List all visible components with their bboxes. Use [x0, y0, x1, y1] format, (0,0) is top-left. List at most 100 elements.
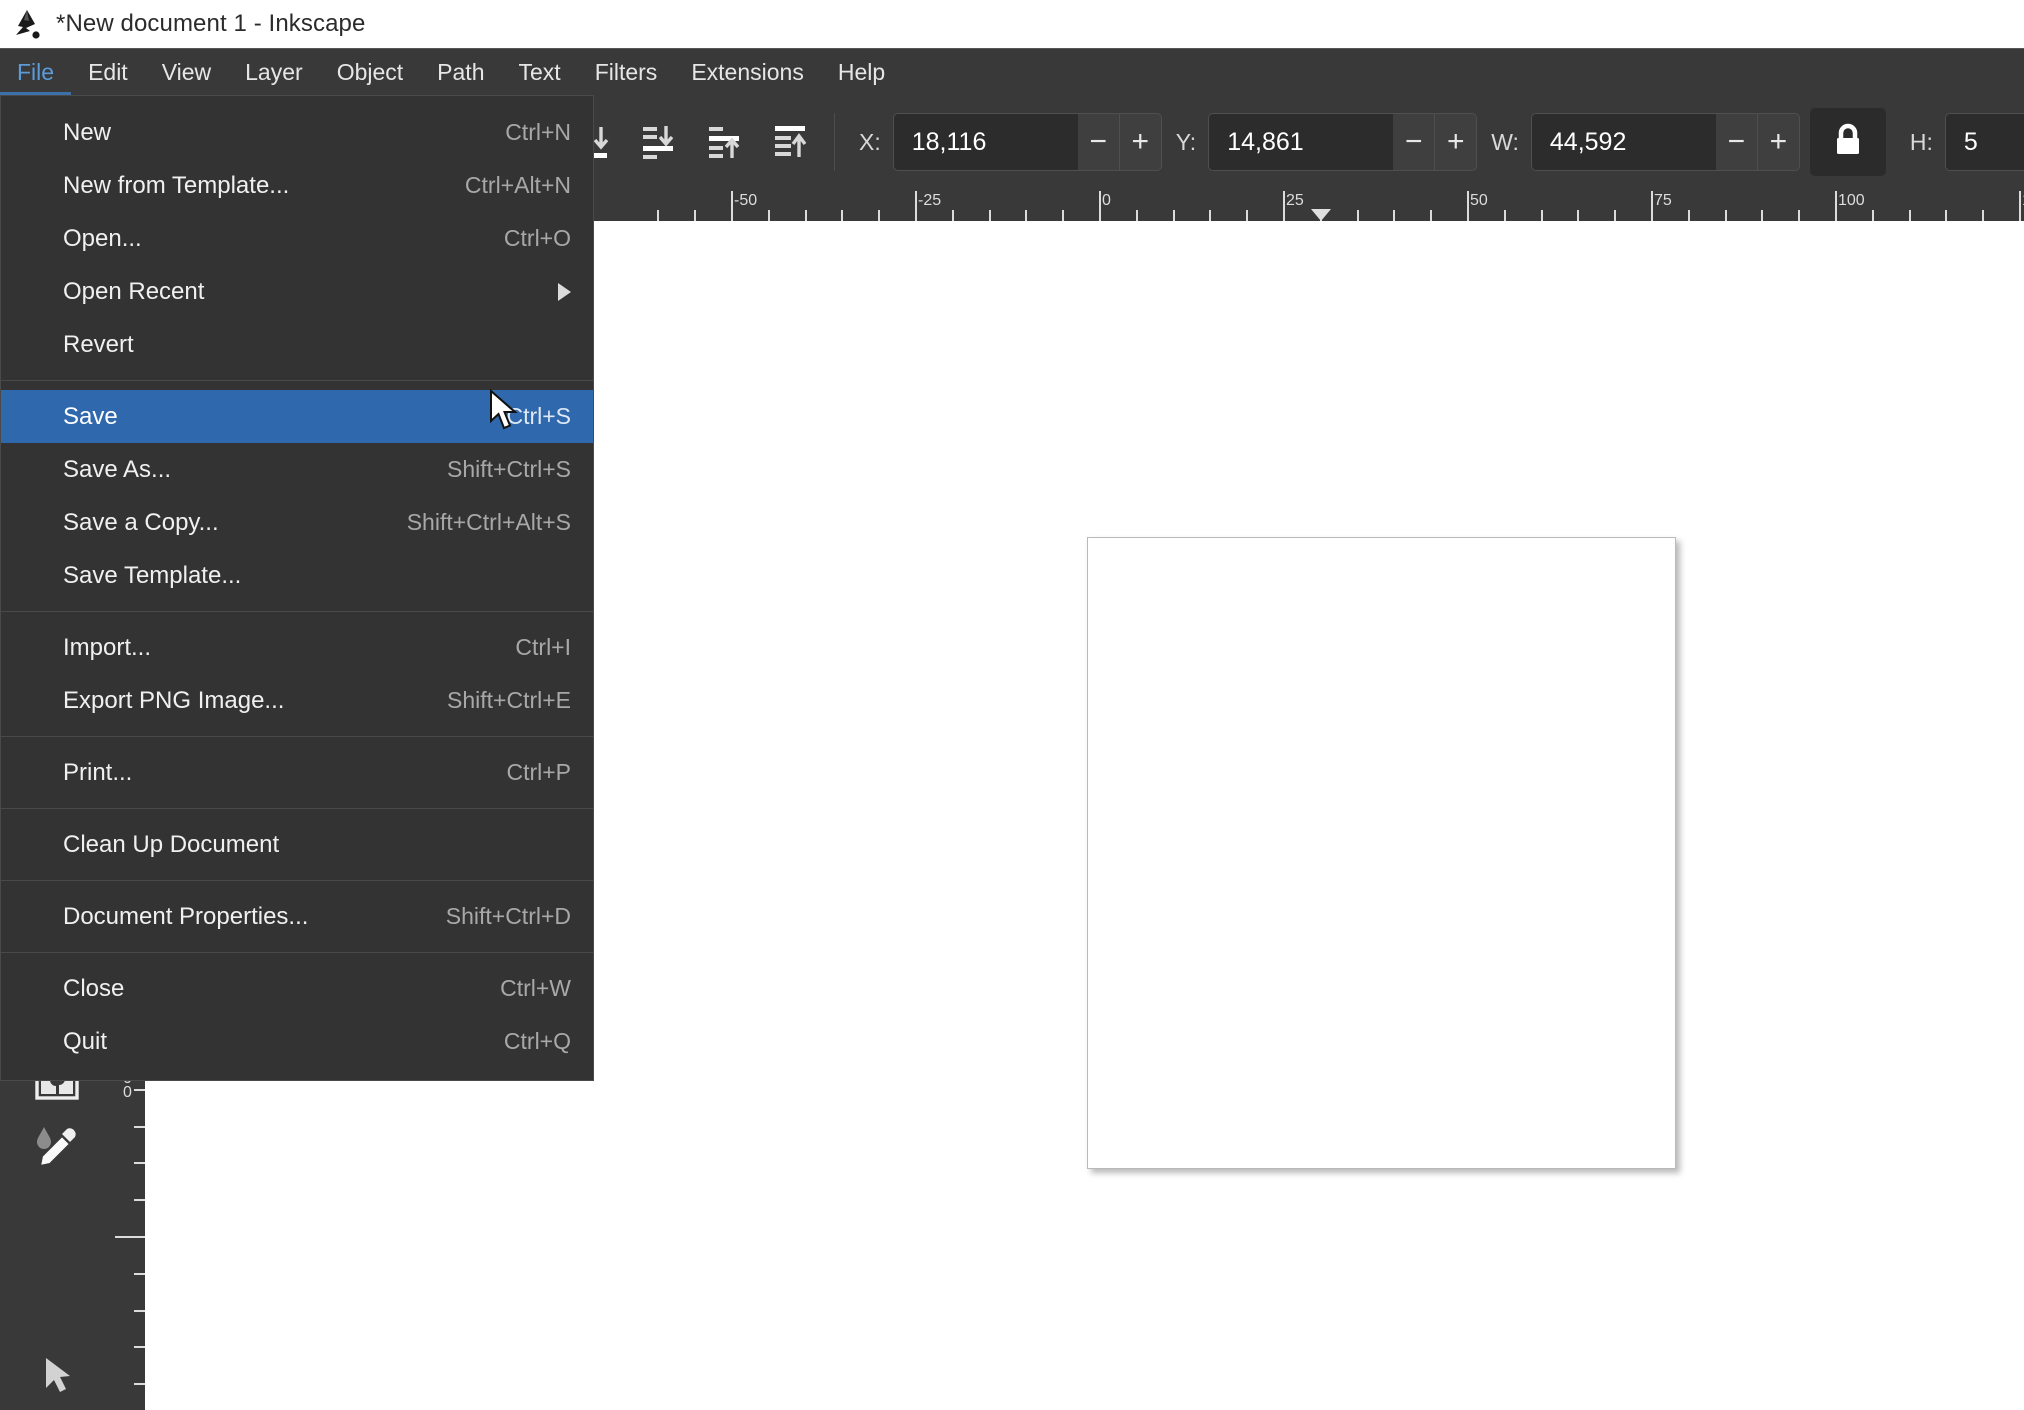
x-field-label: X:	[859, 128, 881, 155]
y-increment-button[interactable]: +	[1435, 113, 1478, 171]
menu-item-label: Open Recent	[63, 277, 205, 305]
ruler-tick	[1356, 210, 1359, 221]
ruler-tick	[134, 1309, 145, 1312]
raise-to-top-icon[interactable]	[764, 115, 818, 169]
menu-item-accelerator: Ctrl+P	[506, 759, 571, 785]
menu-text[interactable]: Text	[502, 49, 578, 96]
menu-item-accelerator: Ctrl+O	[503, 225, 571, 251]
eyedropper-icon	[31, 1121, 83, 1173]
connector-tool[interactable]	[18, 1342, 96, 1408]
menu-item-clean-up-document[interactable]: Clean Up Document	[1, 818, 593, 871]
h-field-label: H:	[1909, 128, 1933, 155]
ruler-label: -25	[918, 192, 942, 209]
raise-one-step-icon[interactable]	[698, 115, 752, 169]
ruler-tick	[1908, 210, 1911, 221]
ruler-tick	[1724, 210, 1727, 221]
inkscape-logo-icon	[10, 7, 44, 41]
menu-item-revert[interactable]: Revert	[1, 318, 593, 371]
y-decrement-button[interactable]: −	[1393, 113, 1436, 171]
x-field[interactable]: 18,116 − +	[892, 113, 1162, 171]
ruler-tick	[134, 1125, 145, 1128]
menu-item-label: Document Properties...	[63, 902, 309, 930]
window-title: *New document 1 - Inkscape	[56, 10, 366, 37]
w-increment-button[interactable]: +	[1757, 113, 1800, 171]
menu-item-label: Clean Up Document	[63, 830, 280, 858]
lock-closed-icon	[1831, 121, 1865, 164]
x-increment-button[interactable]: +	[1119, 113, 1162, 171]
ruler-label: 125	[2019, 192, 2024, 210]
menu-item-label: Print...	[63, 758, 133, 786]
w-decrement-button[interactable]: −	[1715, 113, 1758, 171]
menu-item-save-a-copy[interactable]: Save a Copy... Shift+Ctrl+Alt+S	[1, 496, 593, 549]
menu-item-accelerator: Ctrl+Alt+N	[464, 172, 571, 198]
ruler-tick	[1798, 210, 1801, 221]
menu-item-document-properties[interactable]: Document Properties... Shift+Ctrl+D	[1, 890, 593, 943]
ruler-cursor-marker	[1311, 209, 1331, 221]
w-field[interactable]: 44,592 − +	[1530, 113, 1800, 171]
menu-item-print[interactable]: Print... Ctrl+P	[1, 746, 593, 799]
menu-layer[interactable]: Layer	[228, 49, 320, 96]
w-field-value[interactable]: 44,592	[1530, 113, 1716, 171]
menu-item-export-png-image[interactable]: Export PNG Image... Shift+Ctrl+E	[1, 674, 593, 727]
menu-item-label: Save	[63, 402, 118, 430]
document-page[interactable]	[1087, 537, 1676, 1169]
menu-item-new-from-template[interactable]: New from Template... Ctrl+Alt+N	[1, 159, 593, 212]
ruler-label: 100	[1838, 192, 1865, 209]
ruler-tick	[1761, 210, 1764, 221]
menu-item-open-recent[interactable]: Open Recent	[1, 265, 593, 318]
menu-filters[interactable]: Filters	[578, 49, 675, 96]
dropper-tool[interactable]	[18, 1114, 96, 1180]
menu-separator	[1, 880, 593, 881]
ruler-tick	[841, 210, 844, 221]
connector-arrow-icon	[34, 1352, 80, 1398]
menu-item-accelerator: Ctrl+Q	[503, 1028, 571, 1054]
lower-one-step-icon[interactable]	[632, 115, 686, 169]
menu-item-import[interactable]: Import... Ctrl+I	[1, 621, 593, 674]
menu-item-accelerator: Shift+Ctrl+D	[445, 903, 571, 929]
menu-item-save-template[interactable]: Save Template...	[1, 549, 593, 602]
title-bar: *New document 1 - Inkscape	[0, 0, 2024, 48]
ruler-label: 50	[1470, 192, 1488, 209]
y-field[interactable]: 14,861 − +	[1208, 113, 1478, 171]
ruler-tick	[657, 210, 660, 221]
mouse-cursor	[489, 388, 519, 438]
file-dropdown-menu[interactable]: New Ctrl+N New from Template... Ctrl+Alt+N O…	[0, 95, 594, 1081]
h-field[interactable]: 5	[1944, 113, 2024, 171]
lock-aspect-ratio-button[interactable]	[1809, 108, 1886, 176]
ruler-tick	[1246, 210, 1249, 221]
ruler-tick	[1209, 210, 1212, 221]
menu-help[interactable]: Help	[821, 49, 902, 96]
menu-item-close[interactable]: Close Ctrl+W	[1, 962, 593, 1015]
h-field-value[interactable]: 5	[1944, 113, 2024, 171]
ruler-tick	[1172, 210, 1175, 221]
ruler-tick	[1393, 210, 1396, 221]
ruler-tick	[1430, 210, 1433, 221]
ruler-tick	[694, 210, 697, 221]
menu-file[interactable]: File	[0, 49, 72, 96]
menu-item-label: New	[63, 118, 112, 146]
menu-object[interactable]: Object	[320, 49, 420, 96]
menu-item-accelerator: Shift+Ctrl+S	[447, 456, 571, 482]
ruler-tick	[878, 210, 881, 221]
menu-item-open[interactable]: Open... Ctrl+O	[1, 212, 593, 265]
menu-item-label: Export PNG Image...	[63, 686, 285, 714]
x-field-value[interactable]: 18,116	[892, 113, 1078, 171]
menu-separator	[1, 736, 593, 737]
x-decrement-button[interactable]: −	[1077, 113, 1120, 171]
menu-path[interactable]: Path	[420, 49, 501, 96]
menu-item-save-as[interactable]: Save As... Shift+Ctrl+S	[1, 443, 593, 496]
menu-item-new[interactable]: New Ctrl+N	[1, 106, 593, 159]
menu-item-quit[interactable]: Quit Ctrl+Q	[1, 1015, 593, 1068]
w-field-label: W:	[1491, 128, 1519, 155]
menu-item-label: Open...	[63, 224, 142, 252]
menu-extensions[interactable]: Extensions	[674, 49, 821, 96]
menu-item-label: Close	[63, 974, 125, 1002]
menu-view[interactable]: View	[145, 49, 228, 96]
menu-separator	[1, 380, 593, 381]
y-field-value[interactable]: 14,861	[1208, 113, 1394, 171]
ruler-tick	[767, 210, 770, 221]
ruler-label: 25	[1286, 192, 1304, 209]
ruler-tick	[1503, 210, 1506, 221]
ruler-tick	[804, 210, 807, 221]
menu-edit[interactable]: Edit	[71, 49, 145, 96]
